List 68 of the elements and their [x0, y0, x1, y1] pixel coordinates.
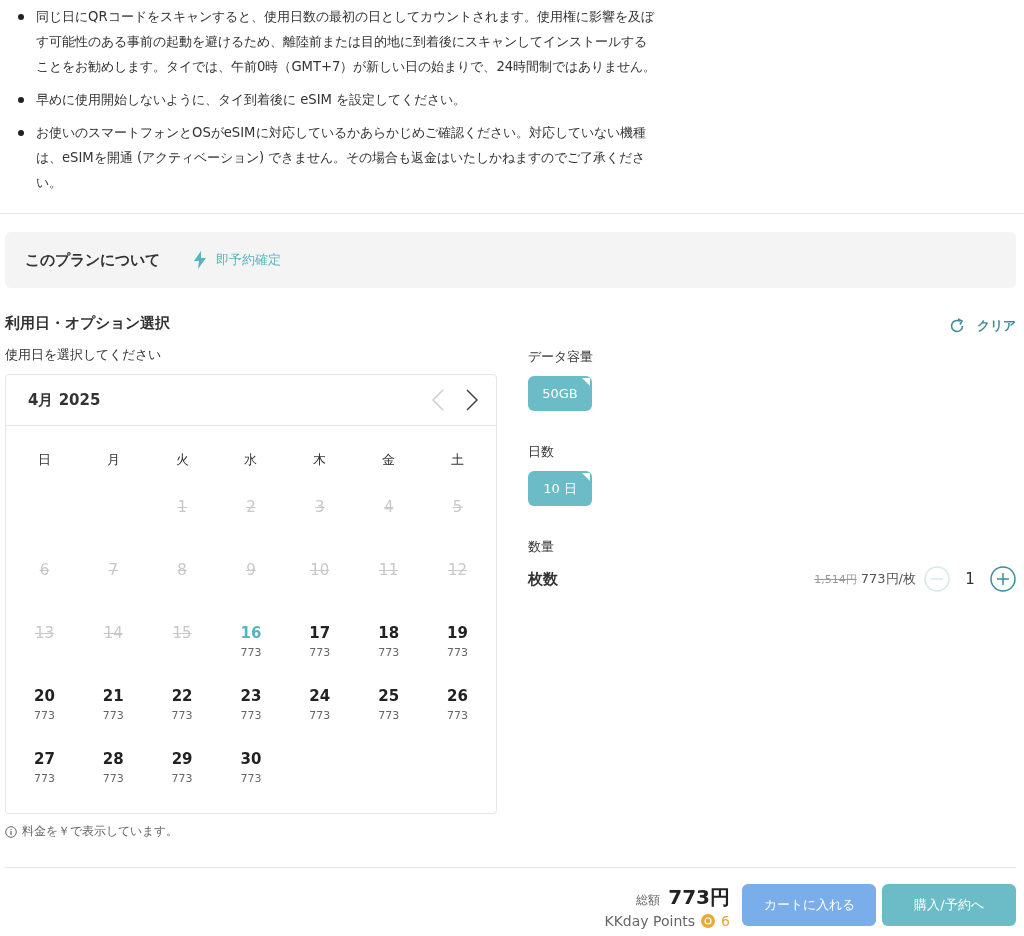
option-label: データ容量: [528, 348, 594, 366]
option-label: 日数: [528, 443, 555, 461]
day-price: 773: [102, 772, 124, 785]
calendar-day[interactable]: 18: [378, 624, 400, 642]
day-price: 773: [240, 709, 262, 722]
day-price: 773: [378, 709, 400, 722]
day-price: 773: [240, 646, 262, 659]
day-price: 773: [171, 709, 193, 722]
bullet-icon: [18, 14, 24, 20]
next-month-button[interactable]: [466, 389, 478, 411]
calendar-day[interactable]: 27: [34, 750, 55, 768]
calendar-day[interactable]: 25: [378, 687, 400, 705]
calendar-day[interactable]: 26: [447, 687, 468, 705]
day-price: 773: [309, 646, 331, 659]
original-price: 1,514円: [814, 571, 857, 587]
calendar-day[interactable]: 30: [240, 750, 262, 768]
instant-confirm-label: 即予約確定: [216, 251, 281, 269]
corner-tick-icon: [582, 378, 590, 386]
corner-tick-icon: [582, 473, 590, 481]
weekday-label: 木: [312, 451, 328, 469]
calendar-day[interactable]: 21: [102, 687, 124, 705]
calendar-day[interactable]: 29: [171, 750, 193, 768]
points-value: 6: [721, 913, 730, 929]
plus-button[interactable]: [990, 566, 1016, 592]
total-label: 総額: [636, 892, 661, 909]
weekday-label: 火: [174, 451, 190, 469]
bullet-icon: [18, 97, 24, 103]
section-title: 利用日・オプション選択: [5, 314, 171, 334]
date-label: 使用日を選択してください: [5, 346, 162, 364]
day-price: 773: [102, 709, 124, 722]
ticket-label: 枚数: [528, 569, 559, 589]
month-label: 4月 2025: [28, 390, 101, 410]
quantity-value: 1: [964, 570, 976, 588]
points-label: KKday Points: [604, 913, 696, 929]
note-text: 同じ日にQRコードをスキャンすると、使用日数の最初の日としてカウントされます。使用権に影響を及ぼす可能性のある事前の起動を避けるため、離陸前または目的地に到着後にスキャンしてインストールすることをお勧めします。タイでは、午前0時（GMT+7）が新しい日の始まりで、24時間制ではありません。: [36, 8, 658, 76]
note-text: お使いのスマートフォンとOSがeSIMに対応しているかあらかじめご確認ください。対応していない機種は、eSIMを開通 (アクティベーション) できません。その場合も返金はいたしかねますのでご了承ください。: [36, 124, 647, 192]
day-price: 773: [240, 772, 262, 785]
refresh-icon: [949, 318, 965, 334]
info-icon: [5, 825, 17, 838]
day-price: 773: [447, 709, 468, 722]
day-price: 773: [309, 709, 331, 722]
clear-button[interactable]: クリア: [977, 317, 1016, 335]
unit-price: 773円/枚: [860, 570, 916, 588]
weekday-label: 金: [381, 451, 397, 469]
day-price: 773: [33, 709, 55, 722]
lightning-icon: [194, 251, 206, 269]
calendar-day[interactable]: 17: [309, 624, 331, 642]
calendar-day[interactable]: 22: [171, 687, 193, 705]
note-text: 早めに使用開始しないように、タイ到着後に eSIM を設定してください。: [36, 91, 467, 109]
day-price: 773: [378, 646, 400, 659]
plan-title: このプランについて: [25, 250, 160, 270]
coin-icon: [701, 914, 716, 928]
total-price: 773円: [668, 884, 730, 911]
weekday-label: 月: [105, 451, 121, 469]
quantity-label: 数量: [528, 538, 555, 556]
day-price: 773: [171, 772, 193, 785]
calendar-day[interactable]: 23: [240, 687, 262, 705]
weekday-label: 水: [243, 451, 259, 469]
weekday-label: 日: [36, 451, 52, 469]
bullet-icon: [18, 130, 24, 136]
calendar-day[interactable]: 20: [34, 687, 55, 705]
calendar-day[interactable]: 24: [309, 687, 331, 705]
calendar-day[interactable]: 28: [102, 750, 124, 768]
calendar-day[interactable]: 19: [447, 624, 468, 642]
weekday-label: 土: [450, 451, 466, 469]
day-price: 773: [33, 772, 55, 785]
day-price: 773: [447, 646, 468, 659]
currency-note: 料金を￥で表示しています。: [22, 824, 178, 839]
